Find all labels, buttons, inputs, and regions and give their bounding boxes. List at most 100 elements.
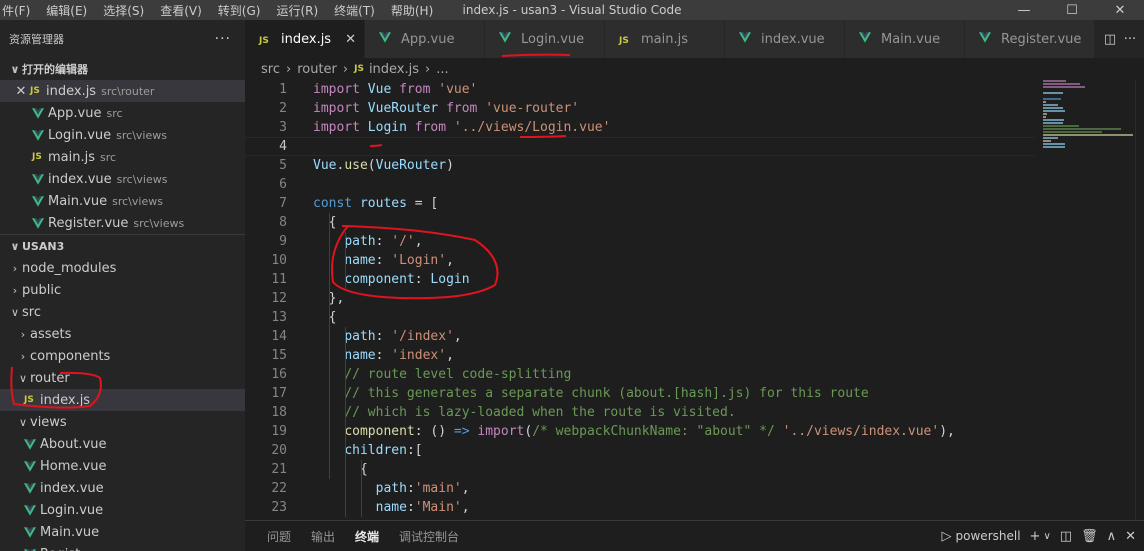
more-actions-icon[interactable]: ··· [1120, 32, 1140, 47]
tree-file[interactable]: JS index.js [0, 389, 245, 411]
code-line: 22 path:'main', [245, 479, 1035, 498]
tree-folder[interactable]: ∨ src [0, 301, 245, 323]
line-number: 7 [279, 196, 287, 211]
line-number: 1 [279, 82, 287, 97]
code-text: { [313, 310, 337, 325]
vue-icon [32, 107, 44, 119]
open-editor-item[interactable]: Main.vue src\views [0, 190, 245, 212]
tree-file[interactable]: Login.vue [0, 499, 245, 521]
minimize-icon[interactable]: — [1000, 0, 1048, 20]
line-number: 11 [271, 272, 287, 287]
line-number: 2 [279, 101, 287, 116]
menu-item[interactable]: 运行(R) [268, 2, 326, 19]
tree-folder[interactable]: › node_modules [0, 257, 245, 279]
close-panel-icon[interactable]: ✕ [1125, 529, 1136, 544]
tab-label: Main.vue [881, 31, 941, 47]
line-number: 22 [271, 481, 287, 496]
project-header[interactable]: ∨ USAN3 [0, 235, 245, 257]
tab-login-vue[interactable]: Login.vue [485, 20, 605, 58]
code-line: 17 // this generates a separate chunk (a… [245, 384, 1035, 403]
tab-register-vue[interactable]: Register.vue [965, 20, 1095, 58]
maximize-icon[interactable]: ☐ [1048, 0, 1096, 20]
close-editor-icon[interactable]: ✕ [12, 84, 30, 99]
open-editors-list: ✕ JS index.js src\router App.vue src Login.vue… [0, 80, 245, 234]
tree-file[interactable]: Home.vue [0, 455, 245, 477]
menu-item[interactable]: 选择(S) [95, 2, 152, 19]
tree-file[interactable]: Main.vue [0, 521, 245, 543]
chevron-right-icon: › [342, 61, 349, 77]
open-editors-title: 打开的编辑器 [22, 63, 88, 76]
code-line: 13 { [245, 308, 1035, 327]
open-editor-path: src [100, 150, 117, 164]
line-number: 13 [271, 310, 287, 325]
open-editor-item[interactable]: JS main.js src [0, 146, 245, 168]
minimap[interactable] [1035, 80, 1135, 520]
vue-icon [24, 504, 36, 516]
menu-item[interactable]: 帮助(H) [383, 2, 441, 19]
editor-scrollbar[interactable] [1135, 80, 1144, 520]
panel-tab[interactable]: 问题 [257, 521, 301, 551]
add-terminal-icon[interactable]: + [1030, 529, 1041, 544]
tab-main-vue[interactable]: Main.vue [845, 20, 965, 58]
tree-item-label: src [22, 304, 41, 320]
breadcrumb-item[interactable]: router [297, 62, 337, 77]
breadcrumb-symbols[interactable]: ... [436, 62, 448, 77]
minimap-line [1043, 131, 1103, 133]
vue-icon [24, 526, 36, 538]
more-actions-icon[interactable]: ··· [215, 31, 231, 47]
close-tab-icon[interactable]: ✕ [345, 32, 356, 47]
close-icon[interactable]: ✕ [1096, 0, 1144, 20]
chevron-up-icon[interactable]: ∧ [1107, 529, 1117, 544]
tree-item-label: node_modules [22, 260, 117, 276]
menu-item[interactable]: 编辑(E) [38, 2, 95, 19]
tab-index-js[interactable]: JS index.js ✕ [245, 20, 365, 58]
panel-tab[interactable]: 终端 [345, 521, 389, 551]
line-number: 6 [279, 177, 287, 192]
vue-icon [739, 31, 751, 43]
open-editor-name: Register.vue [48, 215, 129, 231]
line-number: 9 [279, 234, 287, 249]
panel-tab[interactable]: 调试控制台 [389, 521, 469, 551]
code-text: import VueRouter from 'vue-router' [313, 101, 580, 116]
tree-file[interactable]: About.vue [0, 433, 245, 455]
split-editor-icon[interactable]: ◫ [1100, 32, 1120, 47]
open-editors-header[interactable]: ∨ 打开的编辑器 [0, 58, 245, 80]
line-number: 20 [271, 443, 287, 458]
vue-file-icon [859, 31, 875, 43]
panel-tab[interactable]: 输出 [301, 521, 345, 551]
tree-file[interactable]: Regist... [0, 543, 245, 551]
tree-folder[interactable]: › public [0, 279, 245, 301]
tree-folder[interactable]: ∨ router [0, 367, 245, 389]
title-bar: 件(F) 编辑(E) 选择(S) 查看(V) 转到(G) 运行(R) 终端(T) 帮助(H) … [0, 0, 1144, 20]
tree-folder[interactable]: ∨ views [0, 411, 245, 433]
menu-item[interactable]: 件(F) [0, 2, 38, 19]
open-editor-item[interactable]: ✕ JS index.js src\router [0, 80, 245, 102]
breadcrumb-file[interactable]: index.js [369, 62, 419, 77]
chevron-down-icon[interactable]: ∨ [1043, 531, 1050, 542]
tree-item-label: public [22, 282, 62, 298]
tree-folder[interactable]: › components [0, 345, 245, 367]
open-editor-item[interactable]: Register.vue src\views [0, 212, 245, 234]
breadcrumb-item[interactable]: src [261, 62, 280, 77]
tree-file[interactable]: index.vue [0, 477, 245, 499]
open-editor-item[interactable]: index.vue src\views [0, 168, 245, 190]
code-editor[interactable]: 1 import Vue from 'vue' 2 import VueRouter … [245, 80, 1144, 520]
minimap-line [1043, 80, 1067, 82]
indent-guide [345, 232, 346, 289]
tab-app-vue[interactable]: App.vue [365, 20, 485, 58]
open-editor-item[interactable]: App.vue src [0, 102, 245, 124]
code-line: 3 import Login from '../views/Login.vue' [245, 118, 1035, 137]
open-editor-item[interactable]: Login.vue src\views [0, 124, 245, 146]
open-editor-path: src [106, 106, 123, 120]
terminal-name[interactable]: powershell [956, 529, 1021, 543]
menu-item[interactable]: 转到(G) [210, 2, 269, 19]
vue-icon [379, 31, 391, 43]
tab-index-vue[interactable]: index.vue [725, 20, 845, 58]
open-editor-name: Login.vue [48, 127, 112, 143]
split-terminal-icon[interactable]: ◫ [1060, 529, 1072, 544]
menu-item[interactable]: 终端(T) [326, 2, 383, 19]
tree-folder[interactable]: › assets [0, 323, 245, 345]
trash-icon[interactable]: 🗑 [1081, 529, 1098, 544]
menu-item[interactable]: 查看(V) [152, 2, 210, 19]
tab-main-js[interactable]: JS main.js [605, 20, 725, 58]
